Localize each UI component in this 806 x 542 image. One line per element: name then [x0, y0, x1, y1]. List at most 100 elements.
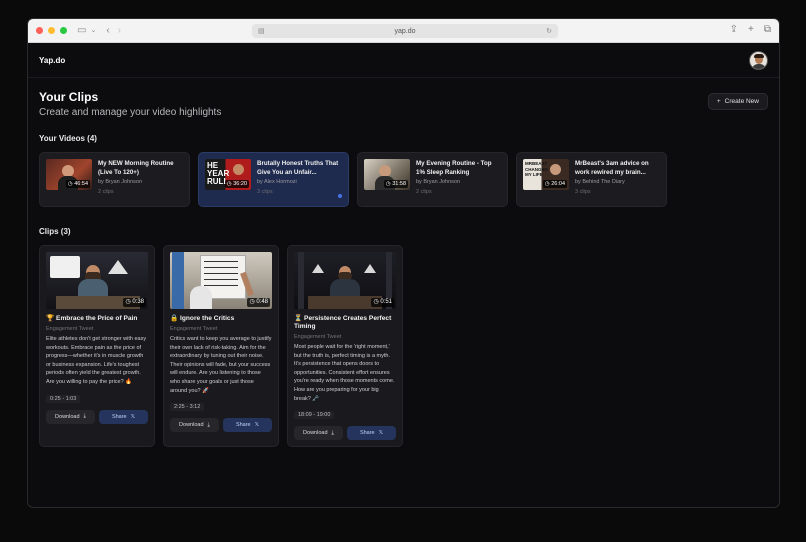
clip-timerange: 0:25 - 1:03	[46, 394, 81, 403]
share-button[interactable]: Share 𝕏	[99, 409, 148, 424]
back-arrow-icon[interactable]: ‹	[106, 25, 109, 36]
clip-tag: Engagement Tweet	[46, 326, 94, 332]
video-clip-count: 3 clips	[257, 189, 273, 195]
clock-icon: ◷	[226, 181, 232, 187]
video-title: MrBeast's 3am advice on work rewired my …	[575, 160, 649, 176]
video-card-selected[interactable]: HE YEAR RULL ◷ 36:20 Brutally Honest Truth…	[198, 152, 349, 207]
video-title: My NEW Morning Routine (Live To 120+)	[98, 160, 174, 176]
clip-duration: 0:51	[380, 299, 392, 305]
clip-tag: Engagement Tweet	[170, 326, 218, 332]
video-author: by Behind The Diary	[575, 179, 625, 185]
clip-title: ⏳ Persistence Creates Perfect Timing	[294, 315, 392, 330]
page-subtitle: Create and manage your video highlights	[39, 107, 222, 118]
download-icon: ⤓	[331, 429, 334, 436]
video-card[interactable]: ◷ 31:58 My Evening Routine - Top 1% Slee…	[357, 152, 508, 207]
x-logo-icon: 𝕏	[378, 430, 384, 437]
share-label: Share	[111, 413, 127, 420]
tab-overview-icon[interactable]: ⧉	[764, 24, 771, 35]
share-button[interactable]: Share 𝕏	[223, 418, 272, 433]
clock-icon: ◷	[373, 299, 379, 305]
video-card[interactable]: ◷ 46:54 My NEW Morning Routine (Live To …	[39, 152, 190, 207]
clock-icon: ◷	[67, 181, 73, 187]
clock-icon: ◷	[249, 299, 255, 305]
close-window-button[interactable]	[36, 27, 43, 34]
browser-window: ▭ ⌄ ‹ › ▤ yap.do ↻ ⇪ + ⧉ Yap.do Your Cli…	[27, 18, 780, 508]
clip-text: Most people wait for the 'right moment,'…	[294, 344, 395, 402]
clip-thumbnail[interactable]: ◷ 0:48	[170, 252, 272, 309]
clip-title: 🏆 Embrace the Price of Pain	[46, 315, 138, 322]
video-duration: 26:04	[551, 181, 565, 187]
clip-timerange: 2:25 - 3:12	[170, 403, 205, 412]
clip-timerange: 18:09 - 19:00	[294, 411, 335, 420]
share-button[interactable]: Share 𝕏	[347, 426, 396, 441]
clip-title: 🔒 Ignore the Critics	[170, 315, 235, 322]
videos-section-title: Your Videos (4)	[39, 134, 97, 143]
address-url: yap.do	[394, 27, 416, 35]
user-avatar[interactable]	[749, 50, 768, 70]
download-icon: ⤓	[83, 413, 86, 420]
selected-indicator	[338, 194, 342, 198]
clip-duration: 0:38	[132, 299, 144, 305]
video-thumbnail: ◷ 46:54	[46, 159, 92, 190]
download-button[interactable]: Download ⤓	[46, 409, 95, 424]
download-icon: ⤓	[207, 421, 210, 428]
minimize-window-button[interactable]	[48, 27, 55, 34]
share-icon[interactable]: ⇪	[730, 24, 738, 35]
video-author: by Alex Hormozi	[257, 179, 297, 185]
sidebar-toggle-icon[interactable]: ▭	[77, 25, 86, 36]
download-label: Download	[179, 422, 204, 429]
video-clip-count: 3 clips	[575, 189, 591, 195]
download-label: Download	[55, 413, 80, 420]
clock-icon: ◷	[385, 181, 391, 187]
download-button[interactable]: Download ⤓	[170, 418, 219, 433]
zoom-window-button[interactable]	[60, 27, 67, 34]
forward-arrow-icon[interactable]: ›	[118, 25, 121, 36]
app-header: Yap.do	[28, 43, 779, 78]
clip-text: Critics want to keep you average to just…	[170, 336, 272, 394]
video-clip-count: 2 clips	[416, 189, 432, 195]
reload-icon[interactable]: ↻	[546, 27, 552, 35]
clip-thumbnail[interactable]: ◷ 0:38	[46, 252, 148, 309]
app-logo[interactable]: Yap.do	[39, 56, 65, 65]
videos-list: ◷ 46:54 My NEW Morning Routine (Live To …	[39, 152, 768, 207]
clip-text: Elite athletes don't get stronger with e…	[46, 336, 147, 385]
address-bar[interactable]: ▤ yap.do ↻	[252, 24, 558, 38]
video-thumbnail: ◷ 31:58	[364, 159, 410, 190]
chevron-down-icon[interactable]: ⌄	[90, 27, 96, 34]
video-thumbnail: HE YEAR RULL ◷ 36:20	[205, 159, 251, 190]
traffic-lights	[36, 27, 67, 34]
main-content: Your Clips Create and manage your video …	[28, 78, 779, 448]
clip-thumbnail[interactable]: ◷ 0:51	[294, 252, 396, 309]
create-new-button[interactable]: + Create New	[707, 93, 768, 110]
clock-icon: ◷	[125, 299, 131, 305]
create-new-label: Create New	[724, 98, 759, 105]
clip-duration: 0:48	[256, 299, 268, 305]
page-title: Your Clips	[39, 90, 99, 104]
video-thumbnail: MRBEAST CHANGED MY LIFE ◷ 26:04	[523, 159, 569, 190]
video-author: by Bryan Johnson	[416, 179, 461, 185]
x-logo-icon: 𝕏	[254, 422, 260, 429]
video-title: My Evening Routine - Top 1% Sleep Rankin…	[416, 160, 492, 176]
x-logo-icon: 𝕏	[130, 413, 136, 420]
plus-icon: +	[716, 98, 721, 105]
page-settings-icon[interactable]: ▤	[258, 27, 265, 35]
video-duration: 36:20	[233, 181, 247, 187]
video-author: by Bryan Johnson	[98, 179, 143, 185]
clip-card: ◷ 0:38 🏆 Embrace the Price of Pain Engag…	[39, 245, 155, 448]
video-clip-count: 2 clips	[98, 189, 114, 195]
video-duration: 31:58	[392, 181, 406, 187]
clip-card: ◷ 0:48 🔒 Ignore the Critics Engagement T…	[163, 245, 279, 448]
share-label: Share	[235, 422, 251, 429]
video-duration: 46:54	[74, 181, 88, 187]
clip-card: ◷ 0:51 ⏳ Persistence Creates Perfect Tim…	[287, 245, 403, 448]
browser-toolbar: ▭ ⌄ ‹ › ▤ yap.do ↻ ⇪ + ⧉	[28, 19, 779, 43]
clips-section-title: Clips (3)	[39, 227, 71, 236]
video-card[interactable]: MRBEAST CHANGED MY LIFE ◷ 26:04 MrBeast's …	[516, 152, 667, 207]
new-tab-icon[interactable]: +	[748, 24, 754, 35]
download-label: Download	[303, 430, 328, 437]
clips-list: ◷ 0:38 🏆 Embrace the Price of Pain Engag…	[39, 245, 768, 448]
video-title: Brutally Honest Truths That Give You an …	[257, 160, 339, 176]
share-label: Share	[359, 430, 375, 437]
clip-tag: Engagement Tweet	[294, 334, 342, 340]
download-button[interactable]: Download ⤓	[294, 426, 343, 441]
